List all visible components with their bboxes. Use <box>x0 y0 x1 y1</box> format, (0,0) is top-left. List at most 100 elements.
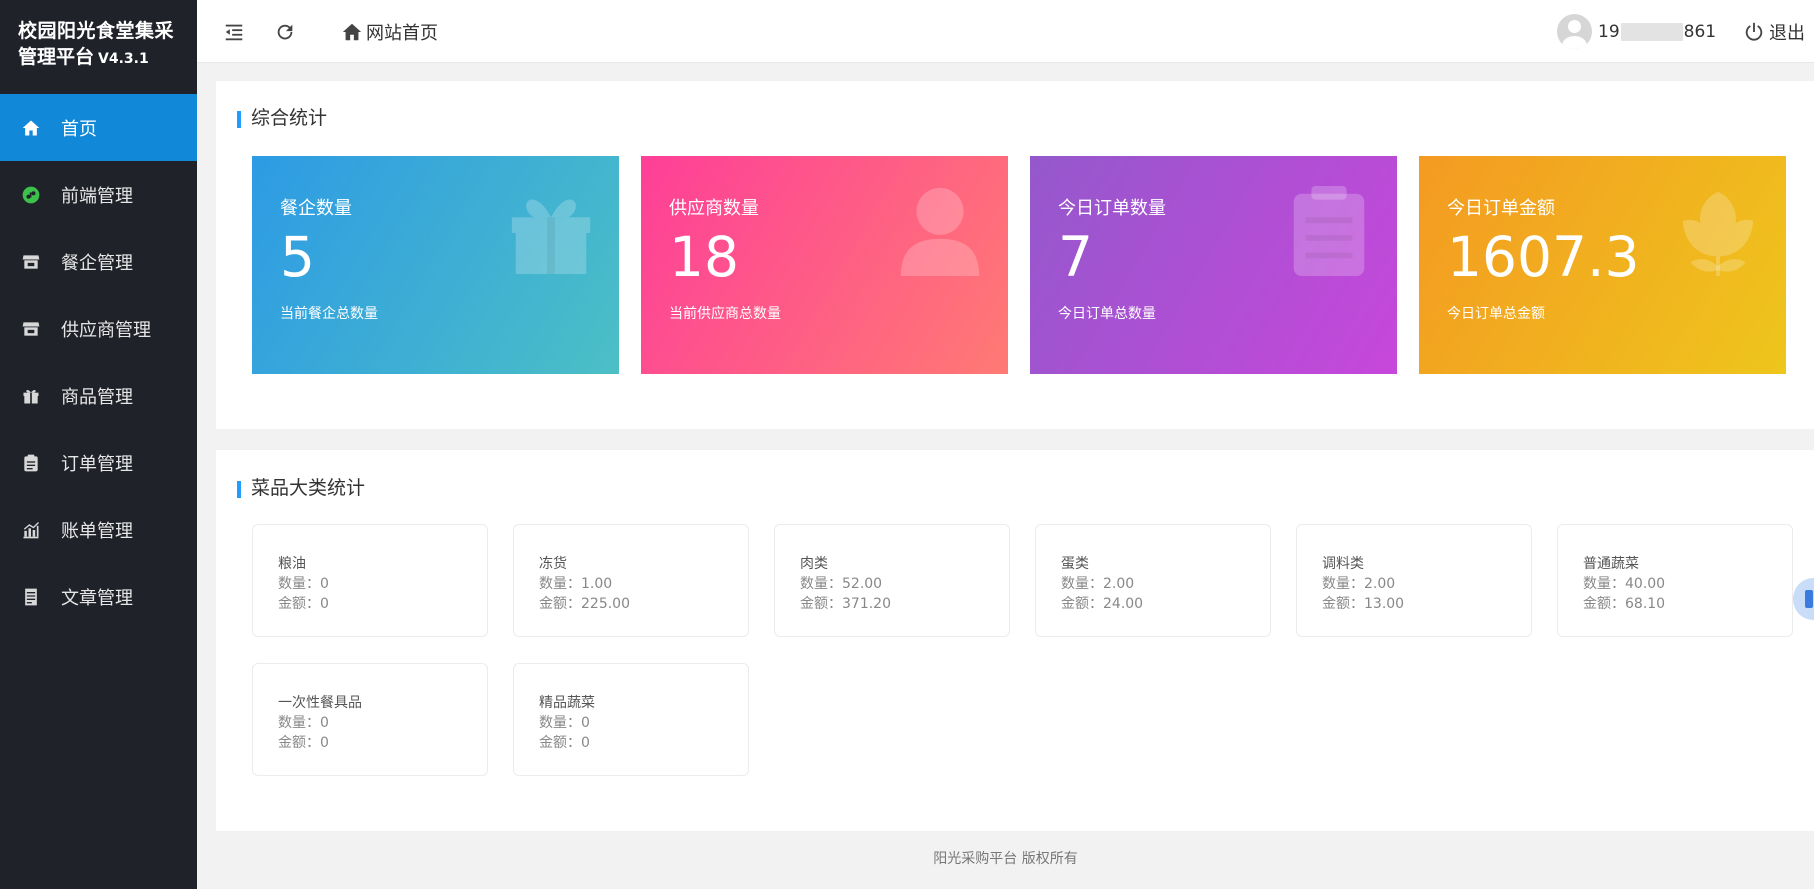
stat-card-title: 供应商数量 <box>669 198 759 219</box>
sidebar-item-4[interactable]: 商品管理 <box>0 362 197 429</box>
stat-card-desc: 今日订单总金额 <box>1447 306 1545 322</box>
store-icon <box>20 318 42 340</box>
username-prefix: 19 <box>1598 21 1620 42</box>
sidebar-item-label: 餐企管理 <box>61 252 133 274</box>
stat-card-title: 今日订单数量 <box>1058 198 1166 219</box>
sidebar-item-6[interactable]: 账单管理 <box>0 496 197 563</box>
category-card: 普通蔬菜数量：40.00 金额：68.10 <box>1557 524 1793 637</box>
username-suffix: 861 <box>1683 21 1717 42</box>
category-qty: 数量：0 <box>278 715 329 731</box>
category-stats-title: 菜品大类统计 <box>237 477 365 499</box>
category-name: 肉类 <box>800 556 828 572</box>
stat-card-desc: 今日订单总数量 <box>1058 306 1156 322</box>
mini-program-icon <box>20 184 42 206</box>
category-qty: 数量：2.00 <box>1322 576 1396 592</box>
top-header: 网站首页 19 861 退出 <box>197 0 1814 63</box>
app-version: V4.3.1 <box>98 51 149 67</box>
user-menu[interactable]: 19 861 <box>1557 0 1716 63</box>
avatar <box>1557 14 1592 49</box>
category-name: 蛋类 <box>1061 556 1089 572</box>
category-card: 肉类数量：52.00 金额：371.20 <box>774 524 1010 637</box>
sidebar-item-label: 文章管理 <box>61 587 133 609</box>
stat-card-2: 今日订单数量 7 今日订单总数量 <box>1030 156 1397 374</box>
stat-card-title: 餐企数量 <box>280 198 352 219</box>
website-home-label: 网站首页 <box>366 22 438 44</box>
category-qty: 数量：40.00 <box>1583 576 1666 592</box>
sidebar-item-label: 订单管理 <box>61 453 133 475</box>
category-name: 调料类 <box>1322 556 1364 572</box>
category-amount: 金额：24.00 <box>1061 596 1144 612</box>
username-mask <box>1620 22 1683 41</box>
category-amount: 金额：0 <box>278 596 329 612</box>
sidebar-item-2[interactable]: 餐企管理 <box>0 228 197 295</box>
app-title-line1: 校园阳光食堂集采 <box>18 20 175 42</box>
category-name: 精品蔬菜 <box>539 695 595 711</box>
gift-icon <box>20 385 42 407</box>
stat-card-3: 今日订单金额 1607.3 今日订单总金额 <box>1419 156 1786 374</box>
user-icon <box>898 184 982 278</box>
stat-card-value: 18 <box>669 225 739 289</box>
stat-card-1: 供应商数量 18 当前供应商总数量 <box>641 156 1008 374</box>
category-amount: 金额：68.10 <box>1583 596 1666 612</box>
logout-button[interactable]: 退出 <box>1743 0 1805 63</box>
clipboard-icon <box>20 452 42 474</box>
sidebar-item-3[interactable]: 供应商管理 <box>0 295 197 362</box>
category-card: 精品蔬菜数量：0 金额：0 <box>513 663 749 776</box>
flower-icon <box>1676 184 1760 278</box>
gift-icon <box>509 184 593 278</box>
category-amount: 金额：13.00 <box>1322 596 1405 612</box>
store-icon <box>20 251 42 273</box>
sidebar-item-5[interactable]: 订单管理 <box>0 429 197 496</box>
overview-stats-panel: 综合统计 餐企数量 5 当前餐企总数量 供应商数量 18 当前供应商总数量 今日订单数量 7 今… <box>216 81 1814 429</box>
footer-copyright: 阳光采购平台 版权所有 <box>933 851 1078 867</box>
category-qty: 数量：0 <box>278 576 329 592</box>
category-name: 粮油 <box>278 556 306 572</box>
category-qty: 数量：1.00 <box>539 576 613 592</box>
category-name: 一次性餐具品 <box>278 695 362 711</box>
category-amount: 金额：0 <box>278 735 329 751</box>
sidebar-item-label: 商品管理 <box>61 386 133 408</box>
sidebar-item-label: 账单管理 <box>61 520 133 542</box>
stat-card-value: 7 <box>1058 225 1093 289</box>
category-qty: 数量：0 <box>539 715 590 731</box>
sidebar-item-0[interactable]: 首页 <box>0 94 197 161</box>
refresh-button[interactable] <box>274 0 296 63</box>
category-amount: 金额：371.20 <box>800 596 891 612</box>
sidebar-item-label: 首页 <box>61 118 97 140</box>
sidebar-item-1[interactable]: 前端管理 <box>0 161 197 228</box>
category-name: 冻货 <box>539 556 567 572</box>
sidebar-nav: 首页前端管理餐企管理供应商管理商品管理订单管理账单管理文章管理 <box>0 94 197 630</box>
stat-card-title: 今日订单金额 <box>1447 198 1555 219</box>
stat-card-desc: 当前餐企总数量 <box>280 306 378 322</box>
power-icon <box>1745 22 1763 41</box>
category-qty: 数量：52.00 <box>800 576 883 592</box>
category-qty: 数量：2.00 <box>1061 576 1135 592</box>
overview-stats-title: 综合统计 <box>237 107 327 129</box>
stat-card-desc: 当前供应商总数量 <box>669 306 781 322</box>
document-icon <box>20 586 42 608</box>
category-card: 一次性餐具品 数量：0 金额：0 <box>252 663 488 776</box>
sidebar-item-label: 供应商管理 <box>61 319 151 341</box>
sidebar-item-label: 前端管理 <box>61 185 133 207</box>
clipboard-icon <box>1287 184 1371 278</box>
stat-card-value: 5 <box>280 225 315 289</box>
menu-fold-icon <box>225 24 243 40</box>
category-name: 普通蔬菜 <box>1583 556 1639 572</box>
category-card: 调料类数量：2.00 金额：13.00 <box>1296 524 1532 637</box>
category-amount: 金额：0 <box>539 735 590 751</box>
sidebar-item-7[interactable]: 文章管理 <box>0 563 197 630</box>
app-title-line2: 管理平台 V4.3.1 <box>18 46 149 68</box>
sidebar: 校园阳光食堂集采 管理平台 V4.3.1 首页前端管理餐企管理供应商管理商品管理订… <box>0 0 197 889</box>
category-stats-panel: 菜品大类统计 粮油数量：0 金额：0 冻货数量：1.00 金额：225.00 肉类数量：… <box>216 450 1814 831</box>
category-card: 粮油数量：0 金额：0 <box>252 524 488 637</box>
category-card: 冻货数量：1.00 金额：225.00 <box>513 524 749 637</box>
collapse-menu-button[interactable] <box>223 0 245 63</box>
refresh-icon <box>277 24 293 39</box>
logout-label: 退出 <box>1769 22 1805 44</box>
category-card: 蛋类数量：2.00 金额：24.00 <box>1035 524 1271 637</box>
stat-card-0: 餐企数量 5 当前餐企总数量 <box>252 156 619 374</box>
chart-icon <box>20 519 42 541</box>
website-home-link[interactable]: 网站首页 <box>341 0 438 63</box>
app-logo: 校园阳光食堂集采 管理平台 V4.3.1 <box>0 0 197 94</box>
category-amount: 金额：225.00 <box>539 596 630 612</box>
